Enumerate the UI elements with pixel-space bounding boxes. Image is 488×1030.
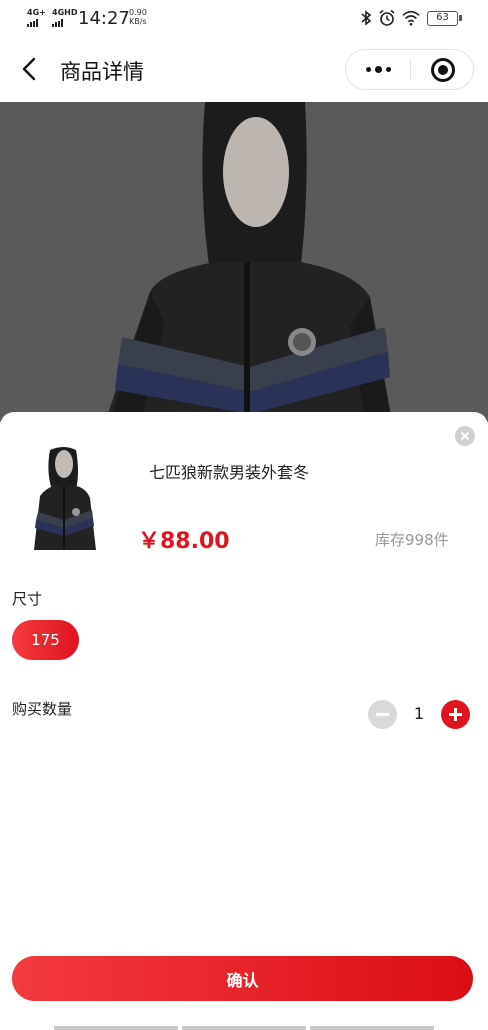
more-dots-icon[interactable] <box>346 50 410 89</box>
network-speed-unit: KB/s <box>129 17 147 26</box>
network-type-1: 4G+ <box>27 8 46 17</box>
nav-bar: 商品详情 <box>0 36 488 102</box>
product-title: 七匹狼新款男装外套冬 <box>149 463 310 482</box>
signal-1-icon: 4G+ <box>27 9 46 27</box>
jacket-illustration <box>105 102 392 422</box>
target-icon[interactable] <box>431 58 455 82</box>
home-indicator <box>54 1026 434 1030</box>
network-speed: 0.90 KB/s <box>129 8 147 26</box>
status-bar: 4G+ 4GHD 14:27 0.90 KB/s 63 <box>0 0 488 36</box>
product-thumbnail <box>24 446 104 554</box>
clock: 14:27 <box>78 8 130 29</box>
alarm-icon <box>379 9 395 26</box>
bluetooth-icon <box>361 10 372 26</box>
product-image <box>0 102 488 422</box>
size-option-175[interactable]: 175 <box>12 620 79 660</box>
battery-icon: 63 <box>427 11 462 26</box>
capsule-divider <box>410 60 411 80</box>
quantity-value[interactable]: 1 <box>405 704 433 723</box>
stock-count: 库存998件 <box>375 531 449 549</box>
network-type-2: 4GHD <box>52 8 78 17</box>
increase-quantity-button[interactable] <box>441 700 470 729</box>
wifi-icon <box>402 10 420 26</box>
sku-selection-sheet: 七匹狼新款男装外套冬 ￥88.00 库存998件 尺寸 175 购买数量 1 确… <box>0 412 488 1030</box>
signal-2-icon: 4GHD <box>52 9 77 27</box>
mini-program-capsule <box>345 49 474 90</box>
decrease-quantity-button[interactable] <box>368 700 397 729</box>
product-price: ￥88.00 <box>138 529 230 554</box>
confirm-button[interactable]: 确认 <box>12 956 473 1001</box>
close-icon[interactable] <box>455 426 475 446</box>
size-label: 尺寸 <box>12 590 43 608</box>
network-speed-value: 0.90 <box>129 8 147 17</box>
back-icon[interactable] <box>18 56 40 82</box>
page-title: 商品详情 <box>60 60 144 84</box>
quantity-label: 购买数量 <box>12 700 73 718</box>
